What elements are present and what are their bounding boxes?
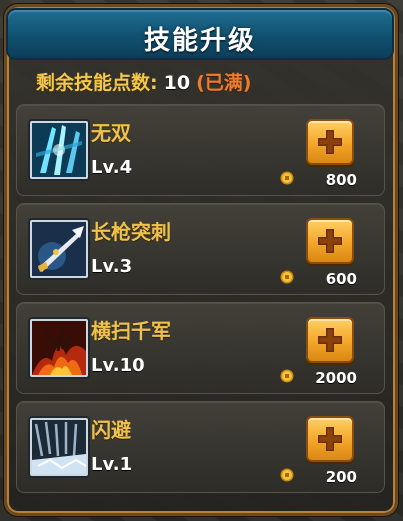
skill-card-wushuang: 无双 Lv.4 800 <box>16 104 385 196</box>
gold-coin-icon <box>280 369 294 383</box>
plus-icon <box>318 130 342 154</box>
dodge-icon <box>30 418 88 476</box>
skill-card-dodge: 闪避 Lv.1 200 <box>16 401 385 493</box>
skill-level: Lv.4 <box>91 157 133 178</box>
points-value: 10 <box>163 72 191 94</box>
skill-level: Lv.1 <box>91 454 133 475</box>
ice-slash-icon <box>30 121 88 179</box>
upgrade-button[interactable] <box>306 317 354 363</box>
gold-coin-icon <box>280 171 294 185</box>
upgrade-cost: 800 <box>325 171 357 189</box>
skill-name: 长枪突刺 <box>91 220 171 244</box>
upgrade-cost: 200 <box>325 468 357 486</box>
skill-level: Lv.10 <box>91 355 145 376</box>
skill-card-spear-thrust: 长枪突刺 Lv.3 600 <box>16 203 385 295</box>
title-bar: 技能升级 <box>6 8 394 60</box>
skill-name: 闪避 <box>91 418 131 442</box>
plus-icon <box>318 328 342 352</box>
remaining-points: 剩余技能点数: 10 (已满) <box>36 68 251 94</box>
skill-name: 横扫千军 <box>91 319 171 343</box>
gold-coin-icon <box>280 270 294 284</box>
gold-coin-icon <box>280 468 294 482</box>
upgrade-cost: 2000 <box>315 369 357 387</box>
upgrade-cost: 600 <box>325 270 357 288</box>
panel-title: 技能升级 <box>143 26 256 56</box>
skill-name: 无双 <box>91 121 131 145</box>
fire-sweep-icon <box>30 319 88 377</box>
skill-level: Lv.3 <box>91 256 133 277</box>
upgrade-button[interactable] <box>306 218 354 264</box>
plus-icon <box>318 427 342 451</box>
skill-card-sweep: 横扫千军 Lv.10 2000 <box>16 302 385 394</box>
plus-icon <box>318 229 342 253</box>
points-full-status: (已满) <box>196 72 252 94</box>
upgrade-button[interactable] <box>306 416 354 462</box>
points-label: 剩余技能点数: <box>36 72 158 94</box>
spear-thrust-icon <box>30 220 88 278</box>
upgrade-button[interactable] <box>306 119 354 165</box>
